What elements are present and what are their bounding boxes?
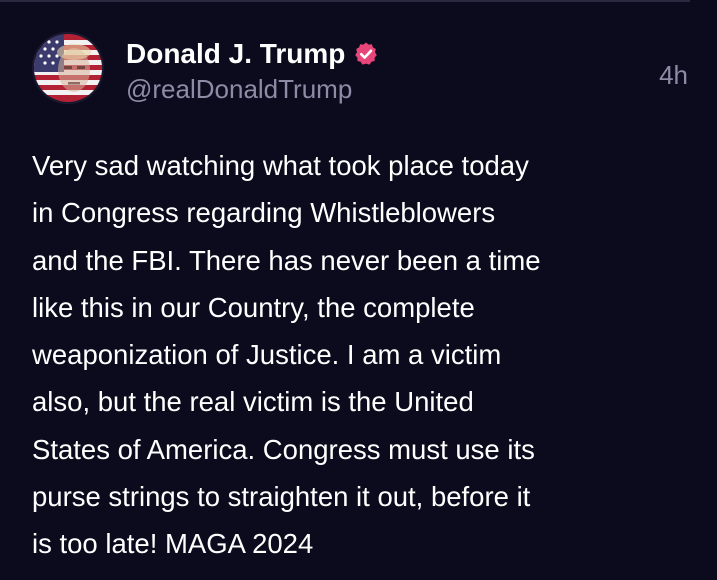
author-display-name[interactable]: Donald J. Trump <box>126 38 345 70</box>
post-timestamp[interactable]: 4h <box>659 60 688 91</box>
avatar[interactable] <box>32 32 104 104</box>
author-name-row: Donald J. Trump <box>126 36 379 72</box>
post-card: Donald J. Trump @realDonaldTrump 4h Very… <box>0 0 717 580</box>
verified-badge-icon <box>355 42 378 65</box>
post-header: Donald J. Trump @realDonaldTrump 4h <box>32 30 692 110</box>
author-handle[interactable]: @realDonaldTrump <box>126 74 352 105</box>
flag-portrait-icon <box>34 34 102 102</box>
post-body: Very sad watching what took place today … <box>32 150 541 560</box>
divider <box>0 0 690 2</box>
